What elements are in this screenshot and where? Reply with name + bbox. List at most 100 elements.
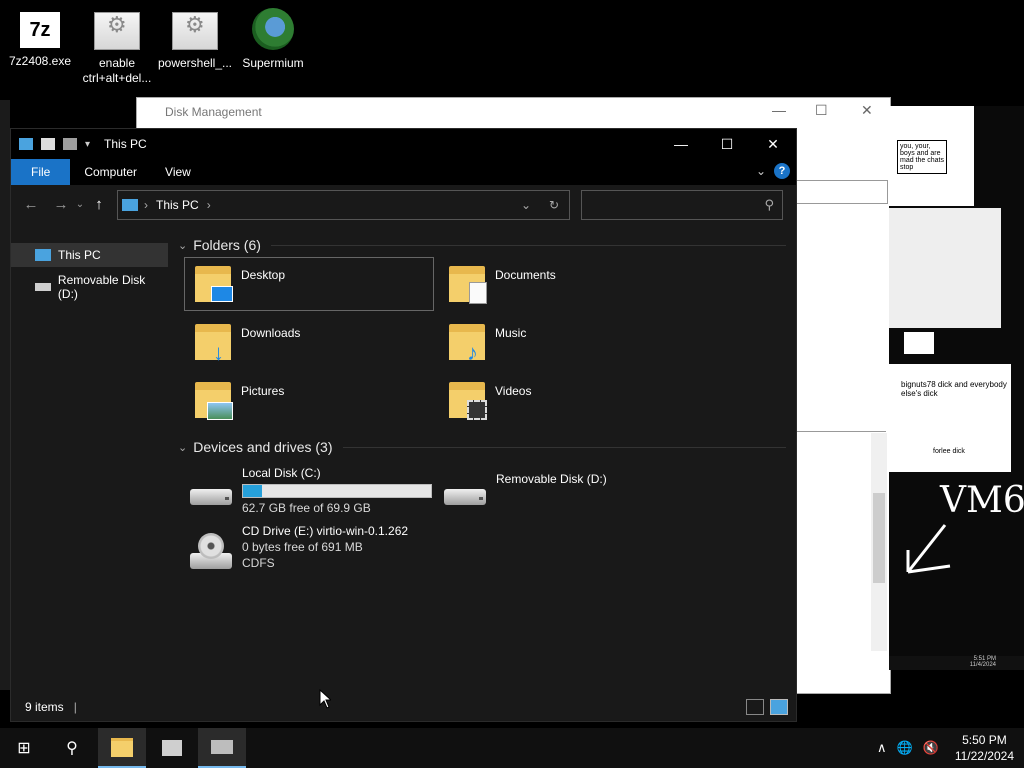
scrollbar[interactable] — [871, 433, 887, 651]
folder-desktop[interactable]: Desktop — [184, 257, 434, 311]
tab-view[interactable]: View — [151, 159, 205, 185]
ribbon-tabs: File Computer View ⌄ ? — [11, 159, 796, 185]
search-input[interactable] — [586, 192, 750, 218]
mouse-cursor-icon — [319, 689, 331, 709]
drive-label: Local Disk (C:) — [242, 466, 321, 480]
computer-icon — [35, 249, 51, 261]
customize-toolbar-icon[interactable]: ▾ — [85, 139, 90, 150]
back-button[interactable]: ← — [19, 196, 43, 213]
chevron-down-icon[interactable]: ⌄ — [178, 239, 187, 252]
desktop-folder-icon — [195, 264, 233, 304]
devices-group-header[interactable]: ⌄ Devices and drives (3) — [176, 435, 796, 459]
divider — [270, 244, 786, 246]
new-folder-icon[interactable] — [63, 138, 77, 150]
close-button[interactable]: ✕ — [750, 129, 796, 159]
recent-locations-button[interactable]: ⌄ — [73, 199, 87, 210]
desktop-strip — [0, 100, 10, 690]
drive-usage-fill — [243, 485, 263, 497]
folders-group-header[interactable]: ⌄ Folders (6) — [176, 233, 796, 257]
sidebar-item-removable-disk[interactable]: Removable Disk (D:) — [11, 273, 168, 301]
vm-label: VM6 — [940, 480, 1024, 521]
minimize-button[interactable]: — — [772, 102, 786, 118]
hard-drive-icon — [190, 483, 234, 507]
documents-folder-icon — [449, 264, 487, 304]
folder-downloads[interactable]: ↓ Downloads — [184, 315, 434, 369]
taskbar-file-explorer[interactable] — [98, 728, 146, 768]
taskbar-disk-management[interactable] — [198, 728, 246, 768]
maximize-button[interactable]: ☐ — [704, 129, 750, 159]
group-title: Devices and drives (3) — [193, 439, 333, 455]
folder-music[interactable]: ♪ Music — [438, 315, 688, 369]
volume-list-header — [796, 180, 888, 204]
minimize-button[interactable]: — — [658, 129, 704, 159]
search-button[interactable]: ⚲ — [48, 728, 96, 768]
vm-note-text: you, your, boys and are mad the chats st… — [897, 140, 947, 174]
folder-label: Downloads — [241, 326, 301, 340]
scrollbar-thumb[interactable] — [873, 493, 885, 583]
sidebar-item-this-pc[interactable]: This PC — [11, 243, 168, 267]
computer-icon — [122, 199, 138, 211]
address-bar[interactable]: › This PC › ⌄ ↻ — [117, 190, 570, 220]
breadcrumb-separator[interactable]: › — [207, 198, 211, 212]
volume-muted-icon[interactable]: 🔇 — [923, 740, 939, 756]
drive-icon — [211, 740, 233, 754]
desktop-icon-label: 7z2408.exe — [8, 54, 72, 68]
chevron-down-icon[interactable]: ⌄ — [178, 441, 187, 454]
drive-cd-e[interactable]: CD Drive (E:) virtio-win-0.1.262 0 bytes… — [184, 523, 434, 583]
desktop-icon-supermium[interactable]: Supermium — [235, 8, 311, 71]
item-count: 9 items — [25, 700, 64, 714]
drive-free-space: 0 bytes free of 691 MB — [242, 540, 363, 554]
expand-ribbon-icon[interactable]: ⌄ — [756, 164, 766, 178]
close-button[interactable]: ✕ — [861, 102, 873, 119]
network-icon[interactable]: 🌐 — [896, 740, 912, 756]
vm-note-2: bignuts78 dick and everybody else's dick… — [889, 364, 1011, 472]
disk-management-titlebar[interactable]: Disk Management — ☐ ✕ — [137, 98, 890, 126]
breadcrumb-separator: › — [144, 198, 148, 212]
drive-local-disk-c[interactable]: Local Disk (C:) 62.7 GB free of 69.9 GB — [184, 465, 434, 519]
up-button[interactable]: ↑ — [87, 196, 111, 213]
clock-time: 5:50 PM — [962, 733, 1007, 747]
explorer-titlebar[interactable]: ▾ This PC — ☐ ✕ — [11, 129, 796, 159]
start-button[interactable]: ⊞ — [0, 728, 48, 768]
folder-documents[interactable]: Documents — [438, 257, 688, 311]
quick-access-toolbar: ▾ — [19, 138, 90, 150]
maximize-button[interactable]: ☐ — [815, 102, 828, 119]
folder-videos[interactable]: Videos — [438, 373, 688, 427]
tab-computer[interactable]: Computer — [70, 159, 151, 185]
search-box[interactable]: ⚲ — [581, 190, 783, 220]
vm-arrow-drawing — [906, 524, 951, 574]
removable-disk-icon — [35, 283, 51, 291]
breadcrumb-this-pc[interactable]: This PC — [156, 198, 199, 212]
divider — [342, 446, 786, 448]
sidebar-item-label: This PC — [58, 248, 101, 262]
desktop-icon-7zip[interactable]: 7z 7z2408.exe — [2, 8, 78, 69]
forward-button[interactable]: → — [49, 196, 73, 213]
drive-label: CD Drive (E:) virtio-win-0.1.262 — [242, 524, 409, 538]
details-view-button[interactable] — [746, 699, 764, 715]
drive-removable-disk-d[interactable]: Removable Disk (D:) — [438, 465, 688, 519]
desktop-icon-enable-ctrl-alt-del[interactable]: enable ctrl+alt+del... — [79, 8, 155, 86]
properties-icon[interactable] — [41, 138, 55, 150]
vm-note-1: you, your, boys and are mad the chats st… — [889, 106, 974, 206]
file-explorer-window[interactable]: ▾ This PC — ☐ ✕ File Computer View ⌄ ? ←… — [10, 128, 797, 722]
show-hidden-icons-button[interactable]: ∧ — [877, 740, 887, 756]
folder-pictures[interactable]: Pictures — [184, 373, 434, 427]
shortcut-gear-icon — [172, 12, 218, 50]
drive-usage-bar — [242, 484, 432, 498]
folders-grid: Desktop Documents ↓ Downloads ♪ Music Pi… — [184, 257, 796, 427]
desktop-icon-label: powershell_... — [157, 56, 233, 70]
desktop-icon-powershell[interactable]: powershell_... — [157, 8, 233, 71]
clock[interactable]: 5:50 PM 11/22/2024 — [955, 732, 1014, 764]
help-icon[interactable]: ? — [774, 163, 790, 179]
navigation-pane: This PC Removable Disk (D:) — [11, 223, 168, 693]
large-icons-view-button[interactable] — [770, 699, 788, 715]
downloads-folder-icon: ↓ — [195, 322, 231, 364]
clock-date: 11/22/2024 — [954, 749, 1014, 763]
refresh-button[interactable]: ↻ — [549, 198, 559, 212]
taskbar-network-app[interactable] — [148, 728, 196, 768]
tab-file[interactable]: File — [11, 159, 71, 185]
search-icon[interactable]: ⚲ — [764, 197, 774, 213]
divider — [796, 431, 886, 432]
address-dropdown-icon[interactable]: ⌄ — [521, 198, 531, 212]
drive-label: Removable Disk (D:) — [496, 472, 607, 486]
